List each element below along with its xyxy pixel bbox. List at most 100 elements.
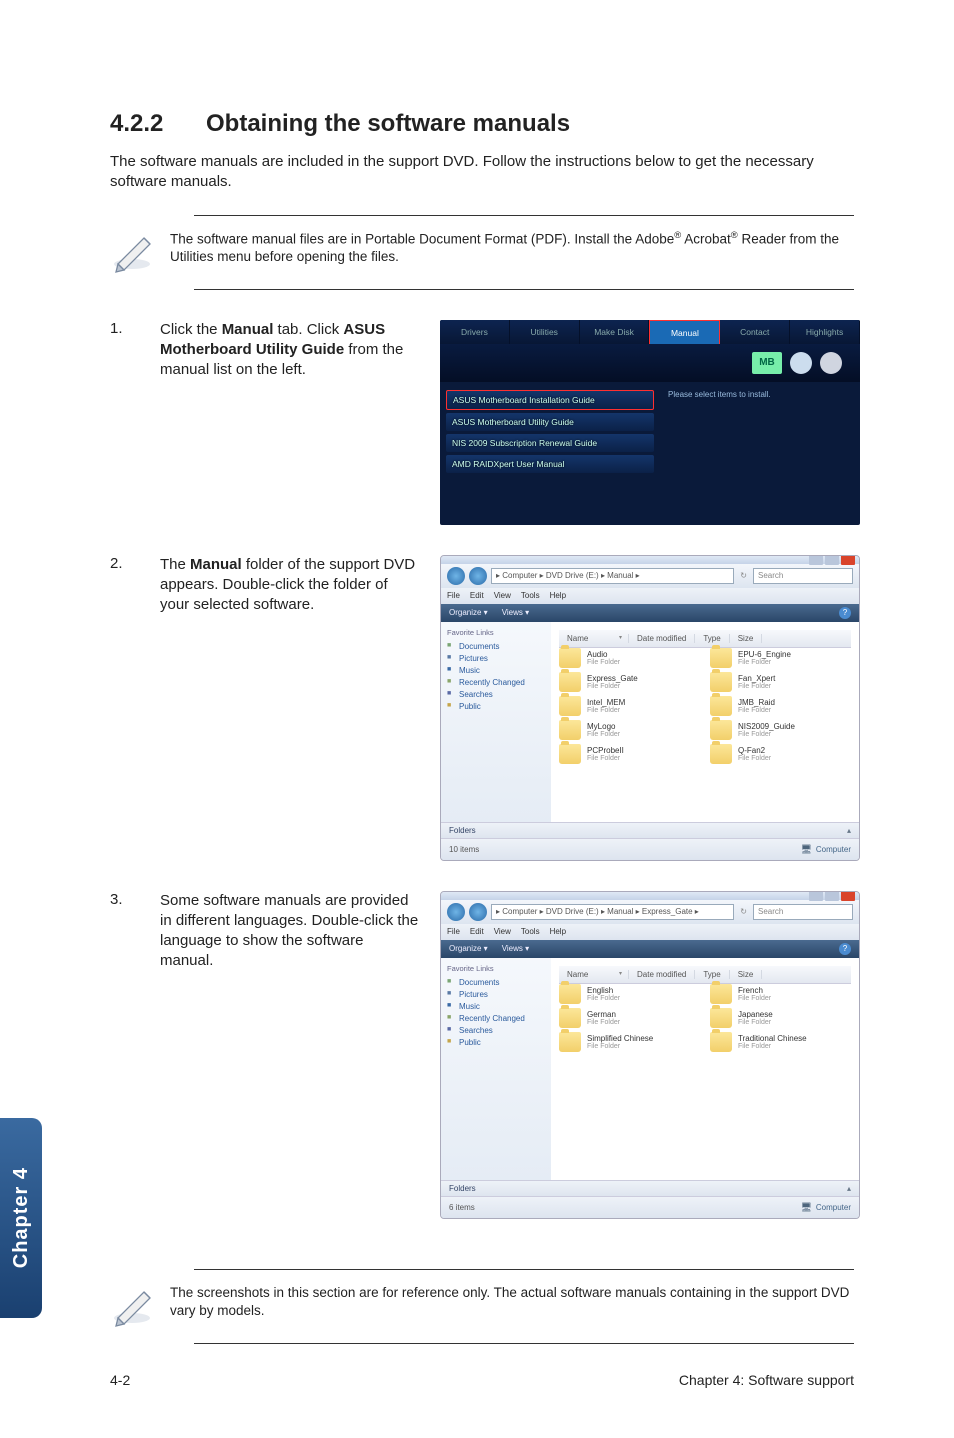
col-date[interactable]: Date modified — [629, 970, 695, 979]
section-number: 4.2.2 — [110, 110, 206, 138]
folder-item[interactable]: GermanFile Folder — [559, 1008, 700, 1028]
address-bar[interactable]: ▸ Computer ▸ DVD Drive (E:) ▸ Manual ▸ E… — [491, 904, 734, 920]
folder-icon — [710, 1008, 732, 1028]
refresh-icon[interactable]: ↻ — [740, 571, 747, 580]
max-button[interactable] — [825, 555, 839, 565]
menu-file[interactable]: File — [447, 927, 460, 936]
folder-item[interactable]: NIS2009_GuideFile Folder — [710, 720, 851, 740]
sidebar-documents[interactable]: Documents — [447, 977, 545, 989]
folder-item[interactable]: Fan_XpertFile Folder — [710, 672, 851, 692]
sidebar-recently-changed[interactable]: Recently Changed — [447, 677, 545, 689]
folder-icon — [559, 720, 581, 740]
menu-file[interactable]: File — [447, 591, 460, 600]
address-bar[interactable]: ▸ Computer ▸ DVD Drive (E:) ▸ Manual ▸ — [491, 568, 734, 584]
organize-button[interactable]: Organize ▾ — [449, 608, 488, 617]
menu-help[interactable]: Help — [550, 927, 566, 936]
close-button[interactable] — [841, 891, 855, 901]
close-button[interactable] — [841, 555, 855, 565]
folder-item[interactable]: PCProbeIIFile Folder — [559, 744, 700, 764]
explorer-menubar: File Edit View Tools Help — [441, 588, 859, 604]
folder-item[interactable]: Express_GateFile Folder — [559, 672, 700, 692]
forward-button[interactable] — [469, 567, 487, 585]
views-button[interactable]: Views ▾ — [502, 608, 529, 617]
folder-icon — [710, 648, 732, 668]
folder-type: File Folder — [587, 1019, 620, 1026]
folder-item[interactable]: Intel_MEMFile Folder — [559, 696, 700, 716]
col-name[interactable]: Name — [559, 970, 629, 979]
sidebar-music[interactable]: Music — [447, 665, 545, 677]
folder-item[interactable]: AudioFile Folder — [559, 648, 700, 668]
tab-drivers[interactable]: Drivers — [440, 320, 510, 344]
chevron-up-icon[interactable]: ▴ — [847, 1184, 851, 1193]
folder-item[interactable]: Traditional ChineseFile Folder — [710, 1032, 851, 1052]
manual-item-utility-guide[interactable]: ASUS Motherboard Utility Guide — [446, 413, 654, 431]
tab-utilities[interactable]: Utilities — [510, 320, 580, 344]
folder-item[interactable]: Q-Fan2File Folder — [710, 744, 851, 764]
folder-item[interactable]: JMB_RaidFile Folder — [710, 696, 851, 716]
help-icon[interactable]: ? — [839, 607, 851, 619]
folder-item[interactable]: JapaneseFile Folder — [710, 1008, 851, 1028]
folder-name: MyLogo — [587, 722, 620, 731]
folder-type: File Folder — [587, 683, 638, 690]
folder-item[interactable]: EPU-6_EngineFile Folder — [710, 648, 851, 668]
folder-item[interactable]: FrenchFile Folder — [710, 984, 851, 1004]
sidebar-recently-changed[interactable]: Recently Changed — [447, 1013, 545, 1025]
sidebar-pictures[interactable]: Pictures — [447, 989, 545, 1001]
sidebar-pictures[interactable]: Pictures — [447, 653, 545, 665]
col-size[interactable]: Size — [730, 970, 763, 979]
col-name[interactable]: Name — [559, 634, 629, 643]
pencil-icon — [110, 226, 170, 279]
s1-part: Click the — [160, 321, 222, 338]
folder-item[interactable]: Simplified ChineseFile Folder — [559, 1032, 700, 1052]
sidebar-searches[interactable]: Searches — [447, 689, 545, 701]
menu-edit[interactable]: Edit — [470, 591, 484, 600]
organize-button[interactable]: Organize ▾ — [449, 944, 488, 953]
menu-tools[interactable]: Tools — [521, 927, 540, 936]
folder-icon — [559, 696, 581, 716]
sidebar-documents[interactable]: Documents — [447, 641, 545, 653]
chapter-side-tab: Chapter 4 — [0, 1118, 42, 1318]
manual-item-nis2009[interactable]: NIS 2009 Subscription Renewal Guide — [446, 434, 654, 452]
sidebar-public[interactable]: Public — [447, 1037, 545, 1049]
min-button[interactable] — [809, 555, 823, 565]
manual-item-amd-raidxpert[interactable]: AMD RAIDXpert User Manual — [446, 455, 654, 473]
views-button[interactable]: Views ▾ — [502, 944, 529, 953]
explorer-sidebar: Favorite Links Documents Pictures Music … — [441, 622, 551, 822]
menu-view[interactable]: View — [494, 591, 511, 600]
folder-name: NIS2009_Guide — [738, 722, 795, 731]
tab-makedisk[interactable]: Make Disk — [580, 320, 650, 344]
pencil-icon — [110, 1280, 170, 1333]
folder-name: Intel_MEM — [587, 698, 625, 707]
max-button[interactable] — [825, 891, 839, 901]
manual-item-installation-guide[interactable]: ASUS Motherboard Installation Guide — [446, 390, 654, 410]
col-size[interactable]: Size — [730, 634, 763, 643]
search-input[interactable]: Search — [753, 904, 853, 920]
tab-contact[interactable]: Contact — [720, 320, 790, 344]
step-2-screenshot: ▸ Computer ▸ DVD Drive (E:) ▸ Manual ▸ ↻… — [440, 555, 860, 861]
back-button[interactable] — [447, 567, 465, 585]
back-button[interactable] — [447, 903, 465, 921]
menu-tools[interactable]: Tools — [521, 591, 540, 600]
menu-edit[interactable]: Edit — [470, 927, 484, 936]
menu-help[interactable]: Help — [550, 591, 566, 600]
sidebar-music[interactable]: Music — [447, 1001, 545, 1013]
folders-toggle[interactable]: Folders — [449, 1184, 476, 1193]
col-type[interactable]: Type — [695, 634, 729, 643]
sidebar-searches[interactable]: Searches — [447, 1025, 545, 1037]
help-icon[interactable]: ? — [839, 943, 851, 955]
folders-toggle[interactable]: Folders — [449, 826, 476, 835]
folder-item[interactable]: MyLogoFile Folder — [559, 720, 700, 740]
col-date[interactable]: Date modified — [629, 634, 695, 643]
search-input[interactable]: Search — [753, 568, 853, 584]
forward-button[interactable] — [469, 903, 487, 921]
min-button[interactable] — [809, 891, 823, 901]
tab-highlights[interactable]: Highlights — [790, 320, 860, 344]
chevron-up-icon[interactable]: ▴ — [847, 826, 851, 835]
folder-name: Simplified Chinese — [587, 1034, 653, 1043]
tab-manual[interactable]: Manual — [649, 320, 720, 344]
menu-view[interactable]: View — [494, 927, 511, 936]
refresh-icon[interactable]: ↻ — [740, 907, 747, 916]
folder-item[interactable]: EnglishFile Folder — [559, 984, 700, 1004]
col-type[interactable]: Type — [695, 970, 729, 979]
sidebar-public[interactable]: Public — [447, 701, 545, 713]
